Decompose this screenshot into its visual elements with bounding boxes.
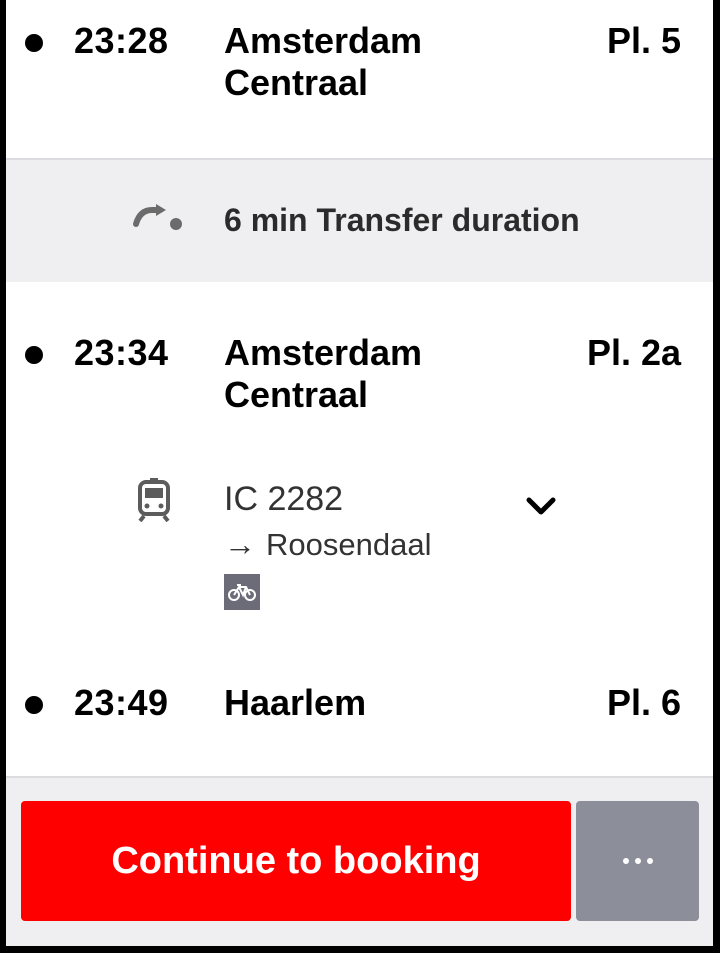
departure-time: 23:34: [74, 332, 169, 373]
transfer-section: 6 min Transfer duration: [6, 158, 713, 284]
stop-dot: [25, 346, 43, 364]
stop-dot: [25, 34, 43, 52]
train-number: IC 2282: [224, 480, 344, 518]
continue-to-booking-button[interactable]: Continue to booking: [21, 801, 571, 921]
final-platform: Pl. 6: [606, 682, 681, 723]
arrival-time: 23:28: [74, 20, 169, 61]
more-options-button[interactable]: [576, 801, 699, 921]
journey-detail-screen: 23:28 Amsterdam Centraal Pl. 5 6 min Tra…: [6, 0, 713, 946]
arrow-right-icon: →: [224, 526, 256, 562]
bicycle-icon: [224, 574, 260, 610]
train-direction: → Roosendaal: [224, 526, 431, 563]
departure-platform: Pl. 2a: [586, 332, 681, 373]
arrival-stop-section: 23:28 Amsterdam Centraal Pl. 5: [6, 0, 713, 158]
chevron-down-icon[interactable]: [524, 494, 558, 518]
arrival-platform: Pl. 5: [606, 20, 681, 61]
stop-dot: [25, 696, 43, 714]
final-station: Haarlem: [224, 682, 367, 723]
arrival-station: Amsterdam Centraal: [224, 20, 423, 103]
transfer-walk-icon: [133, 204, 182, 230]
booking-footer: Continue to booking: [6, 776, 713, 946]
train-leg-section: 23:34 Amsterdam Centraal Pl. 2a IC 2282 …: [6, 282, 713, 776]
final-arrival-time: 23:49: [74, 682, 169, 723]
train-destination: Roosendaal: [266, 526, 432, 562]
train-icon: [138, 478, 170, 522]
transfer-duration-text: 6 min Transfer duration: [224, 202, 580, 238]
departure-station: Amsterdam Centraal: [224, 332, 423, 415]
more-options-icon: [622, 858, 629, 864]
